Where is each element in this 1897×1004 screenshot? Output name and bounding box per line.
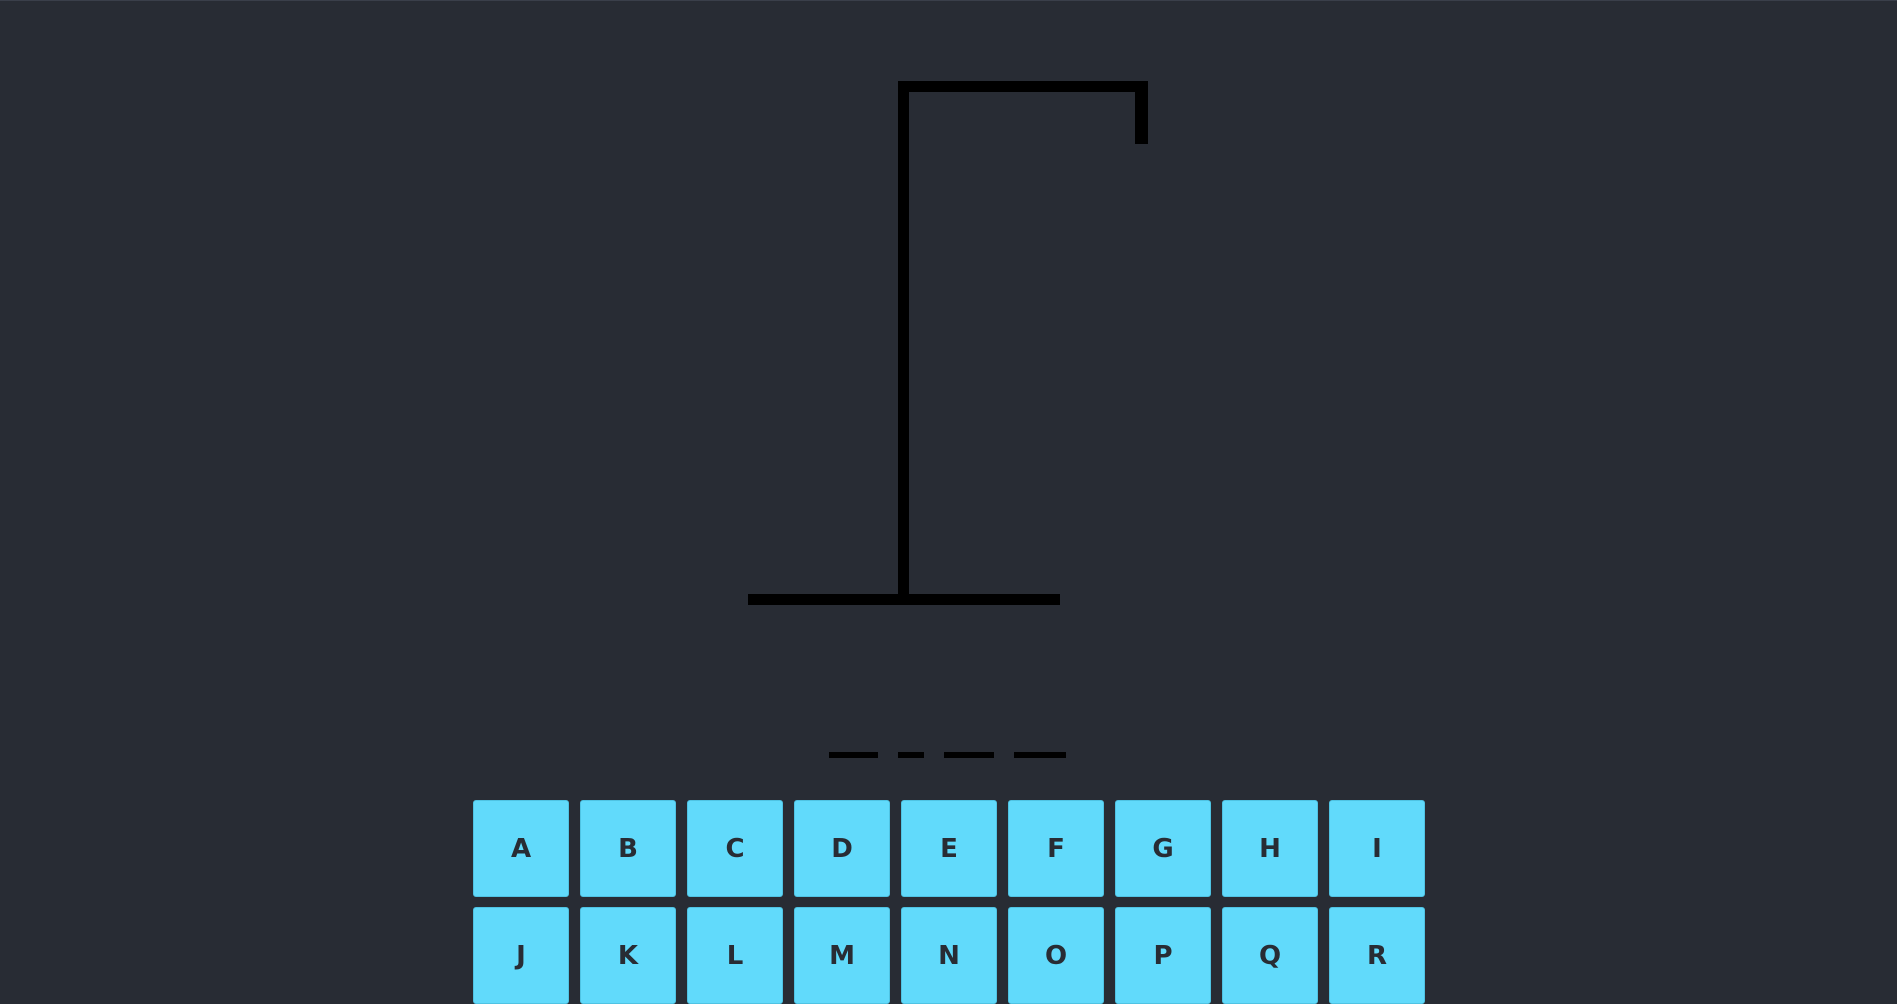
key-r[interactable]: R bbox=[1329, 907, 1425, 1004]
key-b[interactable]: B bbox=[580, 800, 676, 897]
letter-slot: _ bbox=[944, 752, 994, 758]
key-n[interactable]: N bbox=[901, 907, 997, 1004]
gallows-pole bbox=[898, 81, 909, 599]
key-p[interactable]: P bbox=[1115, 907, 1211, 1004]
key-g[interactable]: G bbox=[1115, 800, 1211, 897]
window-top-border bbox=[0, 0, 1897, 1]
letter-slot: _ bbox=[1014, 752, 1066, 758]
key-a[interactable]: A bbox=[473, 800, 569, 897]
key-l[interactable]: L bbox=[687, 907, 783, 1004]
key-h[interactable]: H bbox=[1222, 800, 1318, 897]
gallows-rope bbox=[1135, 81, 1148, 144]
hidden-word: _ _ _ _ bbox=[0, 752, 1897, 760]
letter-keyboard: A B C D E F G H I J K L M N O P Q R bbox=[473, 800, 1427, 1004]
key-c[interactable]: C bbox=[687, 800, 783, 897]
key-q[interactable]: Q bbox=[1222, 907, 1318, 1004]
key-e[interactable]: E bbox=[901, 800, 997, 897]
key-j[interactable]: J bbox=[473, 907, 569, 1004]
key-d[interactable]: D bbox=[794, 800, 890, 897]
letter-slot: _ bbox=[829, 752, 878, 758]
key-m[interactable]: M bbox=[794, 907, 890, 1004]
key-k[interactable]: K bbox=[580, 907, 676, 1004]
key-o[interactable]: O bbox=[1008, 907, 1104, 1004]
key-i[interactable]: I bbox=[1329, 800, 1425, 897]
letter-slot: _ bbox=[898, 752, 924, 758]
key-f[interactable]: F bbox=[1008, 800, 1104, 897]
gallows-beam bbox=[898, 81, 1148, 92]
